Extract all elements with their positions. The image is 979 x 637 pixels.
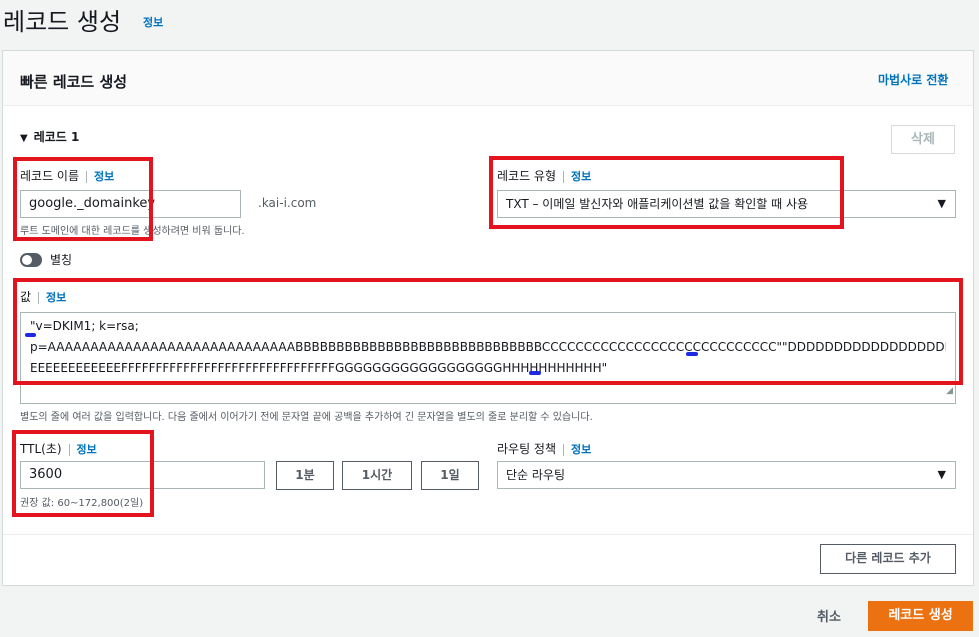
delete-record-button[interactable]: 삭제: [891, 125, 955, 154]
ttl-1hour-button[interactable]: 1시간: [342, 461, 412, 490]
routing-policy-label: 라우팅 정책: [497, 442, 557, 456]
domain-suffix: .kai-i.com: [258, 196, 317, 210]
highlight-record-type: [489, 156, 844, 229]
value-hint: 별도의 줄에 여러 값을 입력합니다. 다음 줄에서 이어가기 전에 문자열 끝…: [20, 412, 593, 423]
alias-label: 별칭: [50, 253, 73, 267]
routing-info-link[interactable]: 정보: [571, 443, 591, 456]
panel-header: [2, 50, 974, 106]
page-info-link[interactable]: 정보: [143, 14, 163, 30]
highlight-value: [13, 278, 963, 385]
caret-down-icon: ▼: [20, 133, 28, 144]
record-section-title: 레코드 1: [33, 130, 80, 144]
highlight-record-name: [13, 157, 153, 241]
create-records-button[interactable]: 레코드 생성: [868, 601, 973, 631]
page-title: 레코드 생성: [3, 8, 122, 36]
ttl-1day-button[interactable]: 1일: [421, 461, 479, 490]
record-section-toggle[interactable]: ▼ 레코드 1: [20, 128, 79, 145]
dropdown-arrow-icon: ▼: [937, 197, 946, 210]
routing-policy-select[interactable]: 단순 라우팅 ▼: [497, 461, 956, 489]
highlight-ttl: [12, 430, 154, 517]
routing-policy-selected: 단순 라우팅: [506, 468, 566, 482]
cancel-button[interactable]: 취소: [817, 606, 841, 625]
panel-title: 빠른 레코드 생성: [20, 73, 128, 91]
routing-label-row: 라우팅 정책 정보: [497, 440, 591, 457]
alias-toggle[interactable]: [20, 253, 42, 267]
section-divider: [3, 534, 973, 535]
switch-to-wizard-link[interactable]: 마법사로 전환: [878, 71, 948, 88]
dropdown-arrow-icon: ▼: [937, 468, 946, 481]
ttl-1min-button[interactable]: 1분: [276, 461, 334, 490]
add-another-record-button[interactable]: 다른 레코드 추가: [820, 544, 956, 574]
